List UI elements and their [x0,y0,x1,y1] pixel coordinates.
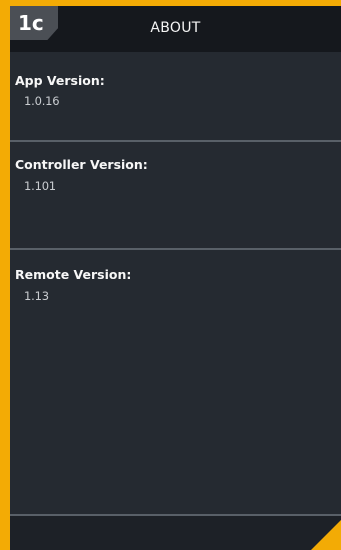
page-title: ABOUT [150,20,201,36]
app-version-value: 1.0.16 [24,94,60,108]
controller-version-label: Controller Version: [15,157,148,172]
app-version-section: App Version: 1.0.16 [10,52,341,142]
panel-badge: 1c [10,6,58,40]
remote-version-label: Remote Version: [15,267,132,282]
remote-version-section: Remote Version: 1.13 [10,250,341,514]
controller-version-value: 1.101 [24,179,56,193]
remote-version-value: 1.13 [24,289,49,303]
controller-version-section: Controller Version: 1.101 [10,142,341,250]
about-screen: ABOUT App Version: 1.0.16 Controller Ver… [10,6,341,550]
footer-bar [10,514,341,550]
header-bar: ABOUT [10,6,341,52]
app-version-label: App Version: [15,73,105,88]
